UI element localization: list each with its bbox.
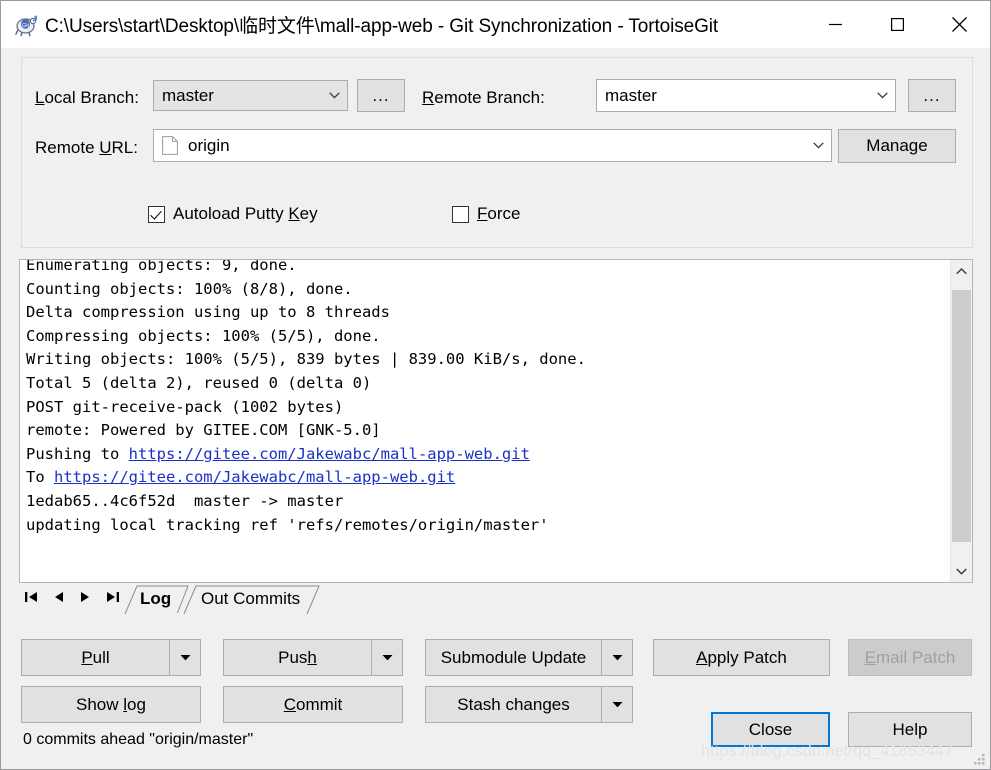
log-link[interactable]: https://gitee.com/Jakewabc/mall-app-web.… (129, 445, 530, 463)
pull-split-button[interactable]: Pull (21, 639, 201, 676)
push-button[interactable]: Push (223, 639, 371, 676)
window-title: C:\Users\start\Desktop\临时文件\mall-app-web… (45, 16, 719, 37)
pull-button[interactable]: Pull (21, 639, 169, 676)
remote-branch-browse-button[interactable]: ... (908, 79, 956, 112)
show-log-button[interactable]: Show log (21, 686, 201, 723)
log-link[interactable]: https://gitee.com/Jakewabc/mall-app-web.… (54, 468, 455, 486)
log-line: updating local tracking ref 'refs/remote… (26, 515, 549, 534)
autoload-putty-key-checkbox[interactable]: Autoload Putty Key (148, 204, 318, 224)
submodule-update-button[interactable]: Submodule Update (425, 639, 601, 676)
log-line: Enumerating objects: 9, done. (26, 259, 297, 274)
maximize-button[interactable] (866, 2, 928, 48)
next-page-icon[interactable] (77, 587, 93, 607)
local-branch-value: master (162, 85, 214, 105)
tortoisegit-turtle-icon: Git (11, 11, 41, 39)
scroll-down-icon[interactable] (951, 560, 972, 582)
pull-dropdown-arrow-icon[interactable] (169, 639, 201, 676)
push-dropdown-arrow-icon[interactable] (371, 639, 403, 676)
log-line-text: To (26, 468, 54, 487)
resize-grip-icon[interactable] (972, 752, 986, 766)
remote-branch-label: Remote Branch: (422, 88, 545, 107)
commits-ahead-status: 0 commits ahead "origin/master" (23, 731, 254, 748)
checkbox-box (148, 205, 165, 223)
title-bar: Git C:\Users\start\Desktop\临时文件\mall-app… (1, 1, 990, 48)
chevron-down-icon (805, 142, 831, 149)
scroll-up-icon[interactable] (951, 260, 972, 282)
log-line: Delta compression using up to 8 threads (26, 303, 390, 322)
chevron-down-icon (869, 92, 895, 99)
svg-text:Git: Git (22, 23, 30, 29)
remote-branch-value: master (605, 85, 657, 105)
document-icon (162, 136, 178, 155)
submodule-update-dropdown-arrow-icon[interactable] (601, 639, 633, 676)
email-patch-button: Email Patch (848, 639, 972, 676)
log-line: Counting objects: 100% (8/8), done. (26, 279, 353, 298)
log-line: To https://gitee.com/Jakewabc/mall-app-w… (26, 466, 586, 490)
apply-patch-button[interactable]: Apply Patch (653, 639, 830, 676)
close-window-button[interactable] (928, 2, 990, 48)
minimize-button[interactable] (804, 2, 866, 48)
local-branch-combo[interactable]: master (153, 80, 348, 111)
log-output-text: Enumerating objects: 9, done. Counting ob… (26, 259, 586, 537)
watermark-text: https://blog.csdn.net/qq_41853447 (701, 743, 954, 760)
checkbox-box (452, 205, 469, 223)
log-line: Pushing to https://gitee.com/Jakewabc/ma… (26, 443, 586, 467)
push-split-button[interactable]: Push (223, 639, 403, 676)
log-line: POST git-receive-pack (1002 bytes) (26, 397, 344, 416)
stash-changes-dropdown-arrow-icon[interactable] (601, 686, 633, 723)
help-button[interactable]: Help (848, 712, 972, 747)
sync-settings-group: Local Branch: master ... Remote Branch: … (21, 57, 973, 248)
remote-url-label: Remote URL: (35, 138, 138, 157)
log-line: remote: Powered by GITEE.COM [GNK-5.0] (26, 421, 381, 440)
remote-url-combo[interactable]: origin (153, 129, 832, 162)
tab-log-label: Log (140, 589, 172, 608)
tab-out-commits-label: Out Commits (201, 589, 301, 608)
tortoisegit-sync-window: Git C:\Users\start\Desktop\临时文件\mall-app… (0, 0, 991, 770)
tab-log[interactable]: Log (124, 585, 189, 615)
force-checkbox[interactable]: Force (452, 204, 520, 224)
log-line: Total 5 (delta 2), reused 0 (delta 0) (26, 373, 372, 392)
stash-changes-split-button[interactable]: Stash changes (425, 686, 633, 723)
commit-button[interactable]: Commit (223, 686, 403, 723)
submodule-update-split-button[interactable]: Submodule Update (425, 639, 633, 676)
remote-url-value: origin (188, 135, 230, 155)
tab-out-commits[interactable]: Out Commits (183, 585, 320, 615)
log-line: Compressing objects: 100% (5/5), done. (26, 326, 381, 345)
log-line: Writing objects: 100% (5/5), 839 bytes |… (26, 350, 586, 369)
previous-page-icon[interactable] (50, 587, 66, 607)
autoload-putty-key-label: Autoload Putty Key (173, 204, 318, 223)
remote-branch-combo[interactable]: master (596, 79, 896, 112)
close-button[interactable]: Close (711, 712, 830, 747)
force-label: Force (477, 204, 521, 223)
log-line: 1edab65..4c6f52d master -> master (26, 491, 344, 510)
log-vertical-scrollbar[interactable] (950, 260, 972, 582)
log-tab-strip: Log Out Commits (19, 583, 973, 615)
local-branch-browse-button[interactable]: ... (357, 79, 405, 112)
stash-changes-button[interactable]: Stash changes (425, 686, 601, 723)
scrollbar-thumb[interactable] (952, 290, 971, 542)
last-page-icon[interactable] (104, 587, 120, 607)
tab-nav-buttons (23, 587, 120, 607)
log-line-text: Pushing to (26, 444, 129, 463)
manage-remotes-button[interactable]: Manage (838, 129, 956, 163)
first-page-icon[interactable] (23, 587, 39, 607)
chevron-down-icon (321, 92, 347, 99)
log-output-pane[interactable]: Enumerating objects: 9, done. Counting ob… (19, 259, 973, 583)
local-branch-label: Local Branch: (35, 88, 139, 107)
